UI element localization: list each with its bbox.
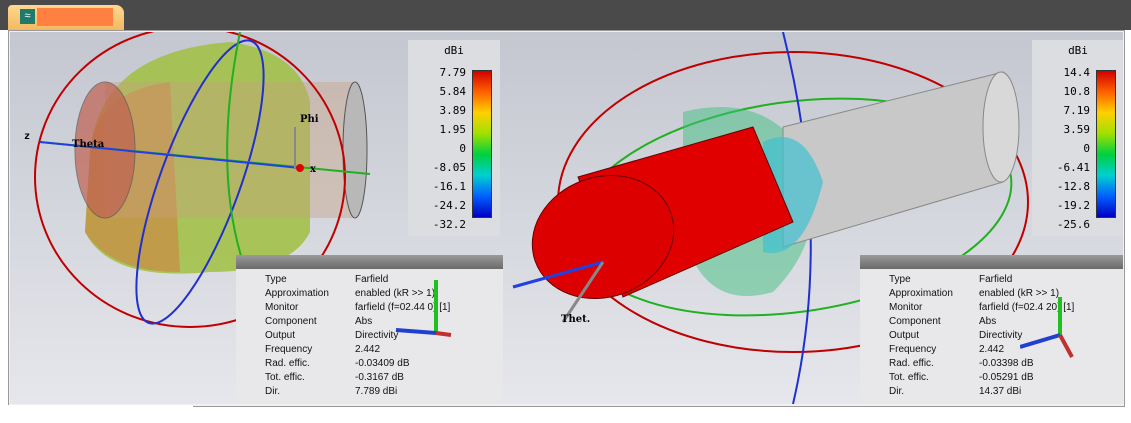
info-label: Monitor <box>889 302 923 313</box>
info-value: Abs <box>355 316 373 327</box>
farfield-view-left[interactable]: z Theta Phi x dBi 7.79 5.84 3.89 1.95 0 … <box>10 32 503 404</box>
cylinder <box>782 71 1004 248</box>
status-area <box>8 405 193 423</box>
farfield-info-panel: Type Farfield Approximation enabled (kR >>… <box>236 255 503 404</box>
info-label: Type <box>265 274 287 285</box>
tab-title-redacted <box>37 8 113 26</box>
legend-tick: -25.6 <box>1056 218 1090 231</box>
info-label: Monitor <box>265 302 299 313</box>
info-panel-header <box>860 255 1123 269</box>
legend-tick: 0 <box>459 142 466 155</box>
info-value: Farfield <box>979 274 1013 285</box>
legend-tick: 3.89 <box>439 104 467 117</box>
legend-tick: -19.2 <box>1056 199 1090 212</box>
info-label: Type <box>889 274 911 285</box>
legend-tick: -12.8 <box>1056 180 1090 193</box>
info-label: Component <box>265 316 317 327</box>
x-axis-label: x <box>310 164 317 175</box>
axis-triad-icon <box>395 280 452 337</box>
info-value: 7.789 dBi <box>355 386 398 397</box>
info-label: Rad. effic. <box>265 358 310 369</box>
legend-tick: 1.95 <box>439 123 467 136</box>
info-label: Dir. <box>889 386 904 397</box>
info-label: Approximation <box>265 288 329 299</box>
legend-tick: -16.1 <box>432 180 466 193</box>
color-scale <box>472 70 492 218</box>
info-label: Dir. <box>265 386 280 397</box>
legend-tick: 0 <box>1083 142 1090 155</box>
color-legend: dBi 14.4 10.8 7.19 3.59 0 -6.41 -12.8 -1… <box>1032 40 1123 236</box>
legend-tick: -6.41 <box>1056 161 1090 174</box>
theta-label: Theta <box>72 139 105 150</box>
title-bar <box>0 0 1131 30</box>
legend-tick: 10.8 <box>1063 85 1091 98</box>
info-label: Tot. effic. <box>265 372 305 383</box>
color-scale <box>1096 70 1116 218</box>
z-axis-label: z <box>24 131 30 142</box>
phi-label: Phi <box>300 114 319 125</box>
info-label: Component <box>889 316 941 327</box>
info-label: Output <box>889 330 920 341</box>
document-tab[interactable]: ≈ <box>8 5 124 30</box>
legend-tick: 7.79 <box>439 66 467 79</box>
info-value: -0.3167 dB <box>355 372 404 383</box>
info-label: Rad. effic. <box>889 358 934 369</box>
info-label: Output <box>265 330 296 341</box>
info-value: 2.442 <box>979 344 1005 355</box>
color-legend: dBi 7.79 5.84 3.89 1.95 0 -8.05 -16.1 -2… <box>408 40 500 236</box>
farfield-info-panel: Type Farfield Approximation enabled (kR >>… <box>860 255 1123 404</box>
info-value: Directivity <box>979 330 1023 341</box>
info-value: -0.05291 dB <box>979 372 1034 383</box>
axis-triad-icon <box>1020 297 1074 358</box>
farfield-view-right[interactable]: Thet. dBi 14.4 10.8 7.19 3.59 0 -6.41 -1… <box>503 32 1123 404</box>
info-label: Frequency <box>889 344 937 355</box>
info-label: Frequency <box>265 344 313 355</box>
legend-unit: dBi <box>1068 44 1088 57</box>
legend-tick: -32.2 <box>432 218 466 231</box>
info-value: Abs <box>979 316 997 327</box>
legend-tick: -8.05 <box>432 161 466 174</box>
theta-label: Thet. <box>561 314 590 325</box>
info-label: Tot. effic. <box>889 372 929 383</box>
info-panel-header <box>236 255 503 269</box>
info-value: -0.03409 dB <box>355 358 410 369</box>
legend-tick: 14.4 <box>1063 66 1091 79</box>
wave-icon: ≈ <box>20 9 35 24</box>
legend-tick: 7.19 <box>1063 104 1091 117</box>
legend-tick: -24.2 <box>432 199 466 212</box>
legend-tick: 3.59 <box>1063 123 1091 136</box>
info-value: 14.37 dBi <box>979 386 1022 397</box>
info-value: 2.442 <box>355 344 381 355</box>
legend-unit: dBi <box>444 44 464 57</box>
legend-tick: 5.84 <box>439 85 467 98</box>
info-label: Approximation <box>889 288 953 299</box>
